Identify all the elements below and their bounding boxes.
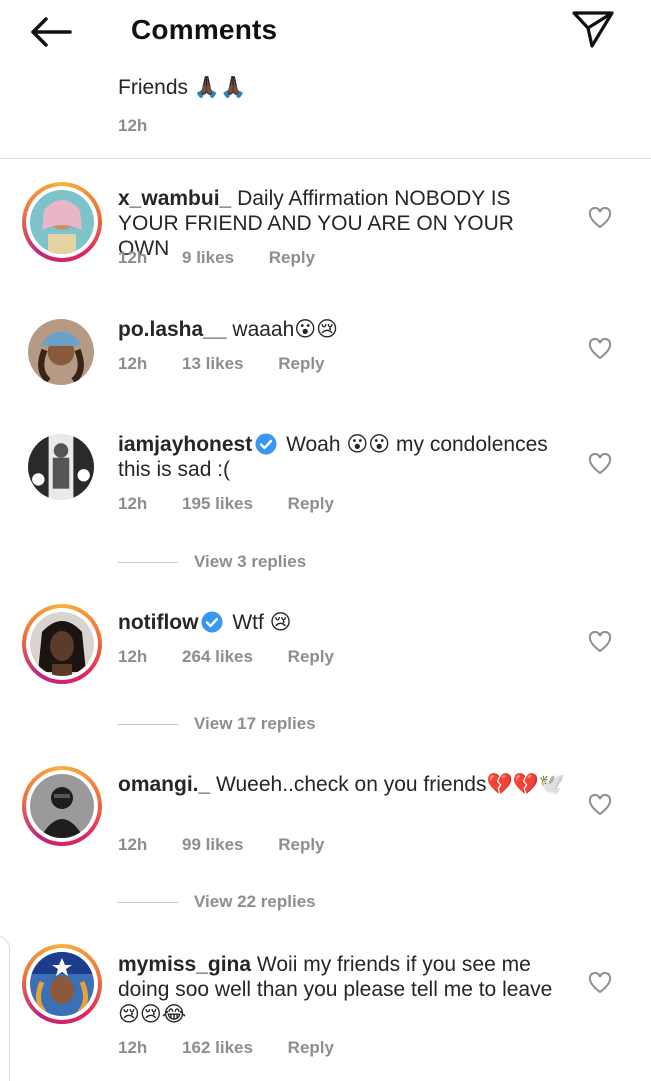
avatar-image [30,612,94,676]
avatar-image [30,774,94,838]
verified-badge-icon [201,611,223,633]
reply-button[interactable]: Reply [278,835,324,854]
reply-thread-line [118,723,178,725]
avatar[interactable] [22,604,102,684]
view-replies[interactable]: View 22 replies [118,890,316,914]
avatar[interactable] [22,182,102,262]
view-replies-label[interactable]: View 17 replies [194,714,316,734]
heart-icon[interactable] [588,453,612,475]
reply-button[interactable]: Reply [288,494,334,513]
verified-badge-icon [255,433,277,455]
header: Comments [0,0,651,64]
avatar[interactable] [22,766,102,846]
comment-username[interactable]: omangi._ [118,773,210,796]
comment-likes[interactable]: 264 likes [182,647,253,666]
reply-button[interactable]: Reply [288,647,334,666]
reply-thread-line [118,561,178,563]
heart-icon[interactable] [588,972,612,994]
paper-plane-icon[interactable] [570,8,616,50]
comment-text: Wueeh..check on you friends💔💔🕊️ [216,773,565,796]
view-replies-label[interactable]: View 22 replies [194,892,316,912]
avatar-image [28,319,94,385]
comment-likes[interactable]: 9 likes [182,248,234,267]
view-replies-label[interactable]: View 3 replies [194,552,306,572]
comment-likes[interactable]: 195 likes [182,494,253,513]
reply-thread-line [118,901,178,903]
comment-username[interactable]: mymiss_gina [118,953,251,976]
comment-meta: 12h 13 likes Reply [118,354,355,374]
arrow-left-icon[interactable] [28,14,74,50]
comment-text: waaah😮😢 [232,318,339,341]
comment-time: 12h [118,835,148,854]
side-edge [0,935,10,1081]
comment-meta: 12h 9 likes Reply [118,248,345,268]
comment-body: mymiss_gina Woii my friends if you see m… [118,952,568,1027]
avatar-image [30,952,94,1016]
comment-username[interactable]: notiflow [118,611,198,634]
comment-body: notiflow Wtf 😢 [118,610,568,635]
comment-time: 12h [118,248,148,267]
reply-button[interactable]: Reply [278,354,324,373]
comment-text: Wtf 😢 [232,611,292,634]
page-title: Comments [131,14,278,45]
heart-icon[interactable] [588,207,612,229]
comment-likes[interactable]: 13 likes [182,354,243,373]
comment-likes[interactable]: 99 likes [182,835,243,854]
comment-body: iamjayhonest Woah 😮😮 my condolences this… [118,432,568,482]
avatar[interactable] [28,434,94,500]
comment-likes[interactable]: 162 likes [182,1038,253,1057]
caption-time: 12h [118,116,148,135]
reply-button[interactable]: Reply [269,248,315,267]
caption-text: Friends 🙏🏿🙏🏿 [118,76,247,99]
comment-time: 12h [118,494,148,513]
comment-meta: 12h 99 likes Reply [118,835,355,855]
post-caption: Friends 🙏🏿🙏🏿 12h [118,76,246,136]
avatar[interactable] [22,944,102,1024]
heart-icon[interactable] [588,631,612,653]
comment-meta: 12h 264 likes Reply [118,647,364,667]
comment-meta: 12h 195 likes Reply [118,494,364,514]
comment-username[interactable]: x_wambui_ [118,187,231,210]
divider [0,158,651,159]
comment-time: 12h [118,647,148,666]
comment-username[interactable]: po.lasha__ [118,318,227,341]
view-replies[interactable]: View 17 replies [118,712,316,736]
avatar[interactable] [28,319,94,385]
reply-button[interactable]: Reply [288,1038,334,1057]
comment-body: omangi._ Wueeh..check on you friends💔💔🕊️ [118,772,568,797]
comment-username[interactable]: iamjayhonest [118,433,252,456]
heart-icon[interactable] [588,794,612,816]
avatar-image [28,434,94,500]
comment-time: 12h [118,1038,148,1057]
comment-meta: 12h 162 likes Reply [118,1038,364,1058]
heart-icon[interactable] [588,338,612,360]
comment-time: 12h [118,354,148,373]
view-replies[interactable]: View 3 replies [118,550,306,574]
comment-body: po.lasha__ waaah😮😢 [118,317,568,342]
avatar-image [30,190,94,254]
